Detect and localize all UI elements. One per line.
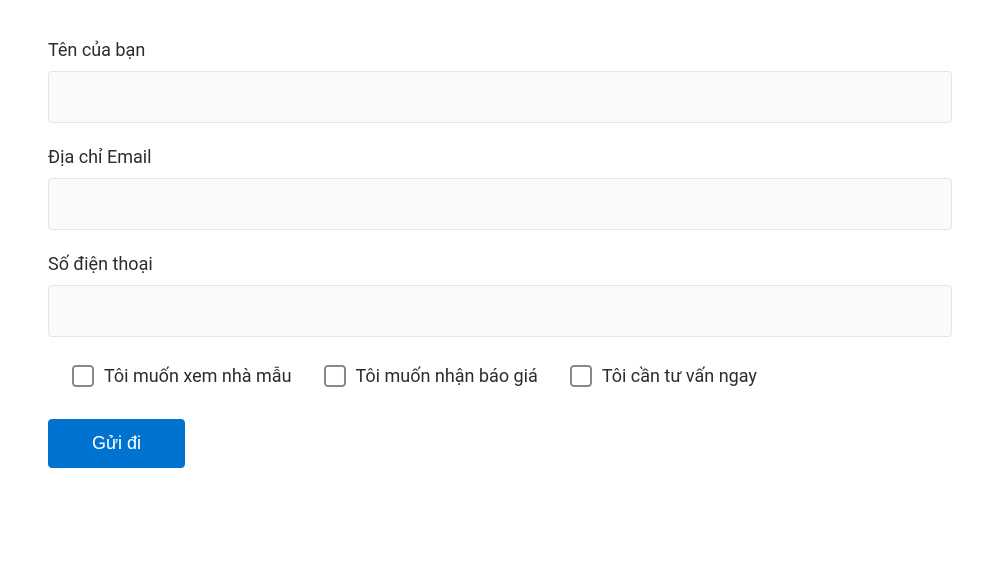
name-label: Tên của bạn [48,40,952,61]
checkbox-box[interactable] [324,365,346,387]
checkbox-label: Tôi cần tư vấn ngay [602,366,757,387]
checkbox-label: Tôi muốn xem nhà mẫu [104,366,292,387]
email-field-group: Địa chỉ Email [48,147,952,230]
contact-form: Tên của bạn Địa chỉ Email Số điện thoại … [48,40,952,468]
checkbox-item-quote[interactable]: Tôi muốn nhận báo giá [324,365,538,387]
checkbox-item-sample-house[interactable]: Tôi muốn xem nhà mẫu [72,365,292,387]
phone-field-group: Số điện thoại [48,254,952,337]
checkbox-box[interactable] [570,365,592,387]
phone-input[interactable] [48,285,952,337]
checkbox-item-consult[interactable]: Tôi cần tư vấn ngay [570,365,757,387]
submit-button[interactable]: Gửi đi [48,419,185,468]
checkbox-box[interactable] [72,365,94,387]
name-field-group: Tên của bạn [48,40,952,123]
checkbox-row: Tôi muốn xem nhà mẫu Tôi muốn nhận báo g… [48,365,952,387]
checkbox-label: Tôi muốn nhận báo giá [356,366,538,387]
email-label: Địa chỉ Email [48,147,952,168]
name-input[interactable] [48,71,952,123]
email-input[interactable] [48,178,952,230]
phone-label: Số điện thoại [48,254,952,275]
